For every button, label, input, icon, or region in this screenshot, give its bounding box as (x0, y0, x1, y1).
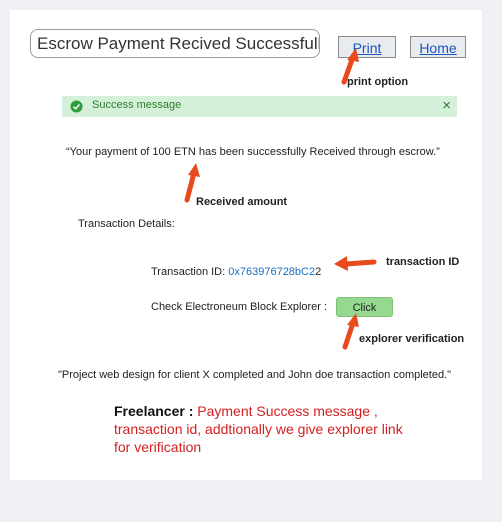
annotation-received-amount: Received amount (196, 196, 288, 208)
transaction-details-label: Transaction Details: (78, 218, 175, 230)
check-circle-icon (70, 100, 83, 113)
arrow-icon (342, 313, 359, 350)
annotation-explorer-verification: explorer verification (359, 333, 465, 345)
title-field[interactable] (30, 29, 320, 58)
arrow-icon (334, 256, 377, 271)
annotation-transaction-id: transaction ID (386, 256, 460, 268)
payment-message: “Your payment of 100 ETN has been succes… (66, 146, 440, 158)
transaction-id-suffix: 2 (315, 266, 322, 278)
transaction-id-row: Transaction ID: 0x763976728bC22 (151, 266, 321, 278)
freelancer-heading: Freelancer : (114, 403, 194, 419)
close-icon[interactable]: × (442, 96, 451, 116)
project-message: "Project web design for client X complet… (58, 369, 452, 381)
home-button[interactable]: Home (410, 36, 466, 58)
freelancer-note: Freelancer : Payment Success message , t… (114, 402, 414, 456)
transaction-id-link[interactable]: 0x763976728bC2 (228, 266, 315, 278)
success-message: Success message (92, 99, 182, 111)
transaction-id-label: Transaction ID: (151, 266, 226, 278)
explorer-label: Check Electroneum Block Explorer : (151, 301, 328, 313)
annotation-print-option: print option (347, 76, 409, 88)
success-alert: Success message × (62, 96, 457, 117)
